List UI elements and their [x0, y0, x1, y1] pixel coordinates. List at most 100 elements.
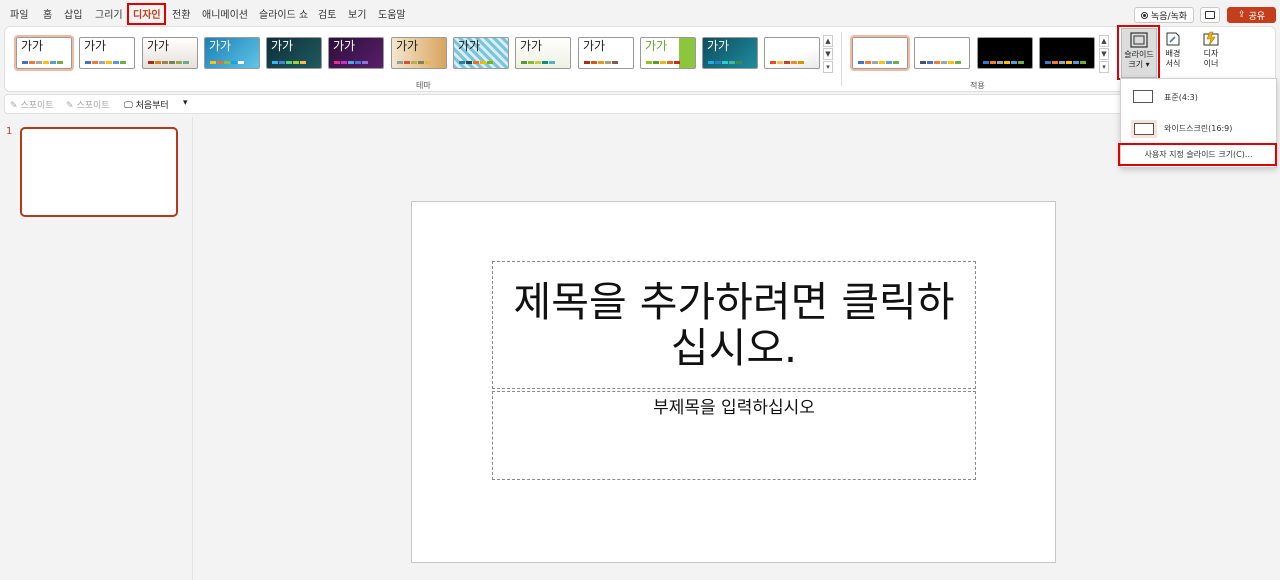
theme-sample-text: 가가 [21, 39, 44, 53]
theme-sample-text: 가가 [84, 39, 107, 53]
theme-colors [334, 61, 368, 64]
theme-2[interactable]: 가가 [79, 37, 135, 69]
theme-6[interactable]: 가가 [328, 37, 384, 69]
format-background-label-1: 배경 [1165, 49, 1181, 58]
theme-colors [770, 61, 804, 64]
variant-4[interactable] [1039, 37, 1095, 69]
standard-aspect-icon [1133, 90, 1153, 103]
format-background-label-2: 서식 [1165, 59, 1181, 68]
theme-colors [459, 61, 493, 64]
theme-sample-text: 가가 [333, 39, 356, 53]
theme-sample-text: 가가 [209, 39, 232, 53]
title-placeholder[interactable]: 제목을 추가하려면 클릭하십시오. [492, 261, 976, 389]
title-placeholder-text: 제목을 추가하려면 클릭하십시오. [513, 278, 955, 372]
format-background-icon [1166, 32, 1180, 46]
theme-12[interactable]: 가가 [702, 37, 758, 69]
designer-label-2: 이너 [1203, 59, 1219, 68]
theme-10[interactable]: 가가 [578, 37, 634, 69]
variant-colors [858, 61, 899, 64]
eyedropper-icon: ✎ [66, 101, 74, 111]
theme-colors [397, 61, 431, 64]
tab-view[interactable]: 보기 [348, 6, 366, 21]
slide-size-label-1: 슬라이드 [1124, 50, 1154, 59]
share-button[interactable]: ⇪ 공유 [1227, 7, 1276, 23]
tab-insert[interactable]: 삽입 [64, 6, 82, 21]
theme-5[interactable]: 가가 [266, 37, 322, 69]
designer-icon [1203, 31, 1219, 47]
scroll-up-icon[interactable]: ▲ [1099, 35, 1109, 47]
comments-button[interactable] [1200, 7, 1220, 23]
eyedropper-button-2[interactable]: ✎ 스포이트 [66, 98, 110, 111]
ribbon-separator [841, 32, 842, 86]
variant-2[interactable] [914, 37, 970, 69]
variants-group-label: 적용 [970, 81, 985, 90]
theme-gallery-scroll: ▲ ▼ ▾ [823, 35, 833, 73]
menu-bar: 파일 홈 삽입 그리기 디자인 전환 애니메이션 슬라이드 쇼 검토 보기 도움… [0, 0, 1280, 28]
slide-size-dropdown: 표준(4:3) 와이드스크린(16:9) 사용자 지정 슬라이드 크기(C)..… [1120, 78, 1277, 168]
subtitle-placeholder[interactable]: 부제목을 입력하십시오 [492, 391, 976, 480]
custom-slide-size-option[interactable]: 사용자 지정 슬라이드 크기(C)... [1121, 145, 1276, 165]
slide-thumbnail[interactable] [20, 127, 178, 217]
gallery-more-icon[interactable]: ▾ [1099, 61, 1109, 73]
tab-home[interactable]: 홈 [43, 6, 52, 21]
theme-sample-text: 가가 [271, 39, 294, 53]
start-from-beginning-label: 처음부터 [135, 101, 169, 111]
slide-size-button[interactable]: 슬라이드 크기 ▾ [1121, 28, 1157, 78]
tab-slideshow[interactable]: 슬라이드 쇼 [259, 6, 308, 21]
variant-colors [983, 61, 1024, 64]
start-from-beginning-button[interactable]: 🖵 처음부터 [124, 98, 169, 111]
eyedropper-icon: ✎ [10, 101, 18, 111]
theme-4[interactable]: 가가 [204, 37, 260, 69]
themes-group-label: 테마 [416, 81, 431, 90]
slideshow-icon: 🖵 [124, 101, 133, 111]
record-button[interactable]: 녹음/녹화 [1134, 7, 1194, 23]
variant-gallery-scroll: ▲ ▼ ▾ [1099, 35, 1109, 73]
widescreen-size-option[interactable]: 와이드스크린(16:9) [1121, 114, 1276, 142]
share-label: 공유 [1248, 11, 1266, 22]
tab-design[interactable]: 디자인 [133, 6, 161, 21]
variant-3[interactable] [977, 37, 1033, 69]
scroll-down-icon[interactable]: ▼ [823, 48, 833, 60]
format-background-button[interactable]: 배경 서식 [1155, 28, 1191, 78]
tab-review[interactable]: 검토 [318, 6, 336, 21]
variant-colors [920, 61, 961, 64]
comment-icon [1205, 11, 1215, 19]
theme-3[interactable]: 가가 [142, 37, 198, 69]
theme-sample-text: 가가 [583, 39, 606, 53]
tab-transitions[interactable]: 전환 [172, 6, 190, 21]
eyedropper-button-1[interactable]: ✎ 스포이트 [10, 98, 54, 111]
theme-colors [85, 61, 126, 64]
theme-sample-text: 가가 [645, 39, 668, 53]
widescreen-aspect-icon [1134, 123, 1154, 135]
theme-sample-text: 가가 [520, 39, 543, 53]
standard-size-option[interactable]: 표준(4:3) [1121, 83, 1276, 111]
tab-animations[interactable]: 애니메이션 [202, 6, 248, 21]
theme-colors [210, 61, 244, 64]
customize-toolbar-chevron-icon[interactable]: ▾ [183, 98, 188, 108]
gallery-more-icon[interactable]: ▾ [823, 61, 833, 73]
theme-8[interactable]: 가가 [453, 37, 509, 69]
theme-sample-text: 가가 [396, 39, 419, 53]
theme-sample-text: 가가 [147, 39, 170, 53]
theme-sample-text: 가가 [707, 39, 730, 53]
eyedropper-label-2: 스포이트 [76, 101, 110, 111]
theme-11[interactable]: 가가 [640, 37, 696, 69]
theme-7[interactable]: 가가 [391, 37, 447, 69]
theme-9[interactable]: 가가 [515, 37, 571, 69]
theme-colors [708, 61, 742, 64]
theme-colors [521, 61, 555, 64]
slide-size-icon [1130, 32, 1148, 48]
theme-colors [22, 61, 63, 64]
record-label: 녹음/녹화 [1150, 11, 1188, 22]
scroll-down-icon[interactable]: ▼ [1099, 48, 1109, 60]
designer-button[interactable]: 디자 이너 [1193, 28, 1229, 78]
tab-draw[interactable]: 그리기 [95, 6, 123, 21]
eyedropper-label-1: 스포이트 [20, 101, 54, 111]
tab-file[interactable]: 파일 [10, 6, 28, 21]
tab-help[interactable]: 도움말 [378, 6, 406, 21]
theme-colors [272, 61, 306, 64]
scroll-up-icon[interactable]: ▲ [823, 35, 833, 47]
theme-office[interactable]: 가가 [14, 35, 74, 71]
theme-13[interactable] [764, 37, 820, 69]
variant-1[interactable] [850, 35, 910, 71]
